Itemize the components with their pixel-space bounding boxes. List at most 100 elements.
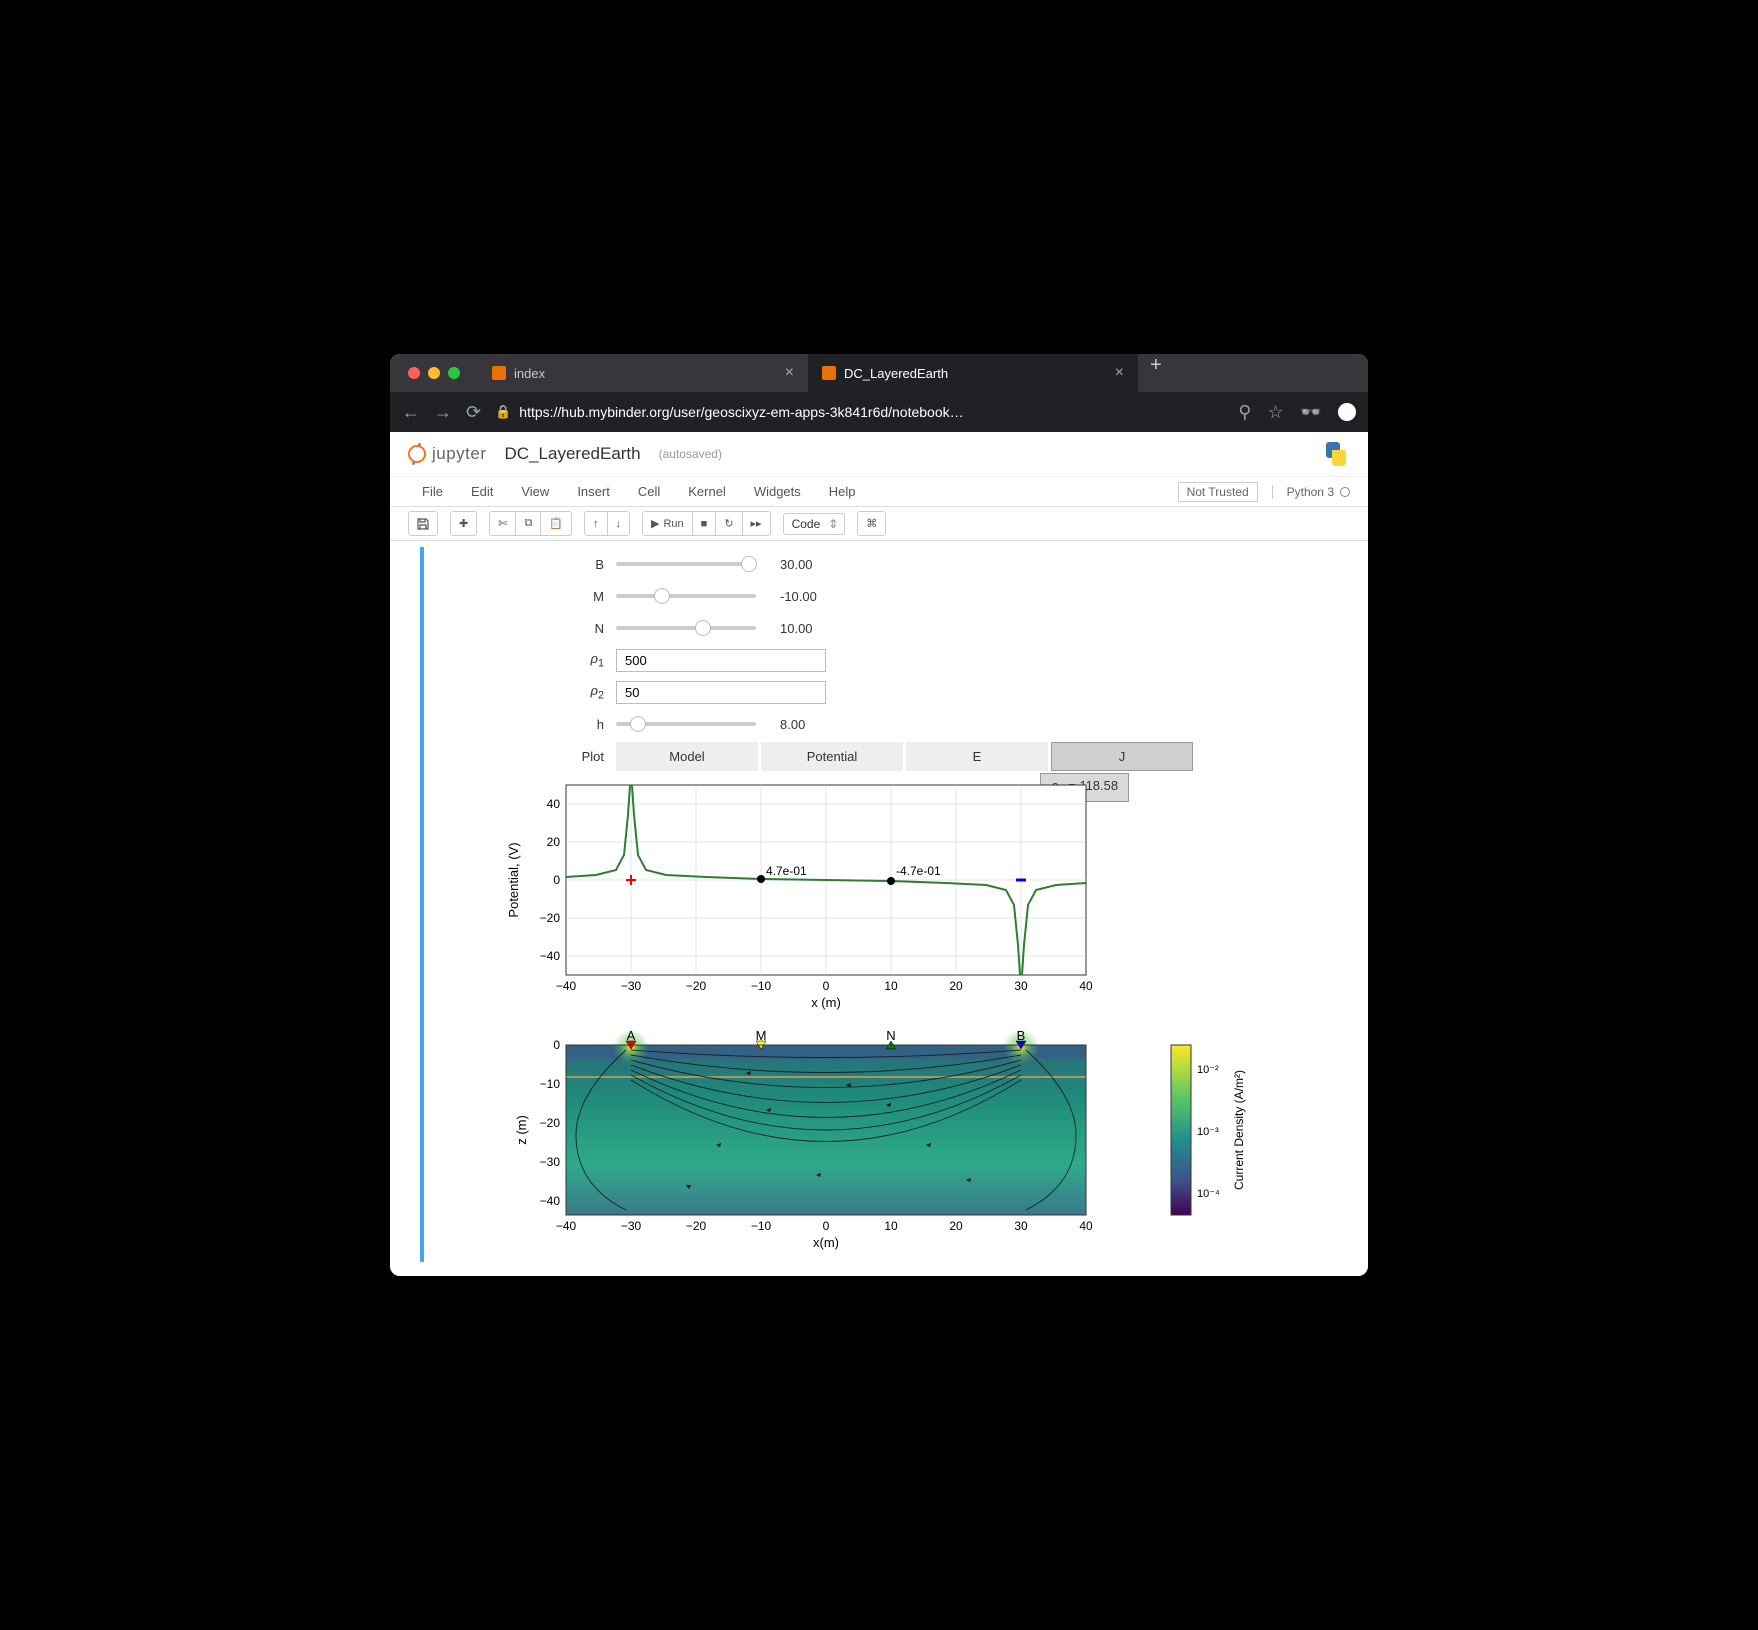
input-rho2-field[interactable] (616, 681, 826, 704)
close-tab-icon[interactable]: × (1115, 364, 1124, 382)
slider-N-track[interactable] (616, 626, 756, 630)
save-button[interactable] (408, 511, 438, 536)
reload-icon[interactable]: ⟳ (466, 402, 481, 423)
cell-type-select[interactable]: Code (783, 513, 846, 535)
move-up-button[interactable]: ↑ (584, 511, 608, 536)
svg-text:10: 10 (884, 1219, 898, 1233)
command-palette-button[interactable]: ⌘ (857, 511, 886, 536)
notebook-area: B 30.00 M -10.00 N 10.00 ρ1 (390, 541, 1368, 1276)
cell-output: B 30.00 M -10.00 N 10.00 ρ1 (404, 547, 1354, 1262)
minimize-window-icon[interactable] (428, 367, 440, 379)
menu-file[interactable]: File (408, 480, 457, 503)
menu-insert[interactable]: Insert (563, 480, 624, 503)
svg-text:30: 30 (1014, 1219, 1028, 1233)
svg-text:−20: −20 (540, 911, 561, 925)
svg-text:30: 30 (1014, 979, 1028, 993)
back-icon[interactable]: ← (402, 402, 420, 423)
autosave-status: (autosaved) (659, 447, 722, 461)
plot-btn-e[interactable]: E (906, 742, 1048, 771)
svg-text:0: 0 (823, 979, 830, 993)
restart-button[interactable]: ↻ (715, 511, 742, 536)
zoom-icon[interactable]: ⚲ (1238, 402, 1251, 423)
slider-M-value: -10.00 (780, 589, 817, 604)
plot-toggle-label: Plot (436, 749, 616, 764)
menu-widgets[interactable]: Widgets (740, 480, 815, 503)
jupyter-logo-text: jupyter (432, 444, 487, 464)
kernel-status-icon (1340, 487, 1350, 497)
input-rho1-field[interactable] (616, 649, 826, 672)
slider-M-track[interactable] (616, 594, 756, 598)
browser-tabs: index × DC_LayeredEarth × + (478, 354, 1350, 392)
jupyter-logo[interactable]: jupyter (408, 444, 487, 464)
svg-text:−10: −10 (540, 1077, 561, 1091)
slider-N-thumb[interactable] (695, 620, 711, 636)
slider-h-track[interactable] (616, 722, 756, 726)
star-icon[interactable]: ☆ (1267, 402, 1283, 423)
maximize-window-icon[interactable] (448, 367, 460, 379)
plot-btn-potential[interactable]: Potential (761, 742, 903, 771)
forward-icon[interactable]: → (434, 402, 452, 423)
tab-index[interactable]: index × (478, 354, 808, 392)
plot-toggle: Plot Model Potential E J (436, 743, 1350, 769)
jupyter-favicon-icon (492, 366, 506, 380)
svg-text:40: 40 (547, 797, 561, 811)
move-down-button[interactable]: ↓ (607, 511, 631, 536)
paste-button[interactable]: 📋 (540, 511, 572, 536)
notebook-title[interactable]: DC_LayeredEarth (505, 444, 641, 464)
chart-container: 4.7e-01 -4.7e-01 40200−20−40 −40−30−20−1… (436, 775, 1346, 1258)
slider-B-track[interactable] (616, 562, 756, 566)
menu-edit[interactable]: Edit (457, 480, 507, 503)
input-rho2: ρ2 (436, 679, 1350, 705)
svg-text:−10: −10 (751, 979, 772, 993)
incognito-icon[interactable]: 👓 (1300, 402, 1322, 423)
browser-window: index × DC_LayeredEarth × + ← → ⟳ 🔒 http… (390, 354, 1368, 1276)
close-window-icon[interactable] (408, 367, 420, 379)
trust-button[interactable]: Not Trusted (1178, 482, 1258, 502)
jupyter-favicon-icon (822, 366, 836, 380)
menu-cell[interactable]: Cell (624, 480, 674, 503)
kernel-indicator[interactable]: Python 3 (1272, 485, 1350, 499)
lock-icon: 🔒 (495, 404, 511, 420)
tab-dc-layeredearth[interactable]: DC_LayeredEarth × (808, 354, 1138, 392)
slider-B-thumb[interactable] (741, 556, 757, 572)
slider-M-thumb[interactable] (654, 588, 670, 604)
svg-text:10⁻⁴: 10⁻⁴ (1197, 1188, 1220, 1200)
copy-button[interactable]: ⧉ (515, 511, 541, 536)
address-bar: ← → ⟳ 🔒 https://hub.mybinder.org/user/ge… (390, 392, 1368, 432)
menu-kernel[interactable]: Kernel (674, 480, 740, 503)
window-controls (408, 367, 460, 379)
slider-B-value: 30.00 (780, 557, 813, 572)
menu-view[interactable]: View (507, 480, 563, 503)
svg-text:−20: −20 (540, 1116, 561, 1130)
slider-h-thumb[interactable] (630, 716, 646, 732)
svg-text:−40: −40 (540, 949, 561, 963)
top-xlabel: x (m) (811, 995, 841, 1010)
cell-selection-bar[interactable] (420, 547, 424, 1262)
stop-button[interactable]: ■ (692, 511, 717, 536)
plot-btn-j[interactable]: J (1051, 742, 1193, 771)
svg-text:4.7e-01: 4.7e-01 (766, 864, 807, 878)
svg-text:40: 40 (1079, 979, 1093, 993)
svg-text:10⁻²: 10⁻² (1197, 1064, 1219, 1076)
new-tab-button[interactable]: + (1138, 354, 1174, 392)
profile-avatar-icon[interactable] (1338, 403, 1356, 421)
menubar: File Edit View Insert Cell Kernel Widget… (390, 477, 1368, 507)
jupyter-logo-icon (408, 445, 426, 463)
slider-N-value: 10.00 (780, 621, 813, 636)
slider-N: N 10.00 (436, 615, 1350, 641)
plot-btn-model[interactable]: Model (616, 742, 758, 771)
slider-B-label: B (436, 557, 616, 572)
restart-run-all-button[interactable]: ▸▸ (742, 511, 771, 536)
slider-M: M -10.00 (436, 583, 1350, 609)
svg-text:0: 0 (553, 873, 560, 887)
add-cell-button[interactable]: ✚ (450, 511, 477, 536)
svg-text:−40: −40 (556, 979, 577, 993)
tab-title: DC_LayeredEarth (844, 366, 948, 381)
svg-text:10⁻³: 10⁻³ (1197, 1126, 1219, 1138)
menu-help[interactable]: Help (815, 480, 870, 503)
bot-xlabel: x(m) (813, 1235, 839, 1250)
run-button[interactable]: ▶ Run (642, 511, 693, 536)
close-tab-icon[interactable]: × (785, 364, 794, 382)
url-field[interactable]: 🔒 https://hub.mybinder.org/user/geoscixy… (495, 404, 1224, 420)
cut-button[interactable]: ✄ (489, 511, 516, 536)
